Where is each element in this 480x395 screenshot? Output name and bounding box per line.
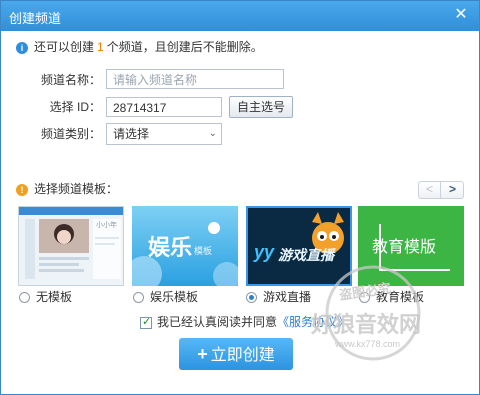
info-prefix: 还可以创建 <box>34 40 95 54</box>
type-row: 频道类别： <box>21 123 101 145</box>
plus-icon: + <box>197 344 208 364</box>
create-channel-dialog: 创建频道 ✕ i 还可以创建 1 个频道，且创建后不能删除。 频道名称： 请输入频道名… <box>0 0 480 395</box>
checkmark-icon: ✓ <box>142 315 152 328</box>
no-template-preview <box>19 207 123 279</box>
watermark-url: www.kx778.com <box>335 339 401 349</box>
game-live-logo: yy <box>254 242 275 262</box>
previous-page-button[interactable]: < <box>419 182 441 198</box>
title-bar[interactable]: 创建频道 ✕ <box>1 1 479 31</box>
id-row: 选择 ID： <box>21 96 101 118</box>
channel-type-value: 请选择 <box>113 127 150 141</box>
channel-id-value: 28714317 <box>113 101 167 115</box>
template-thumb-none[interactable]: 小小年 <box>18 206 124 286</box>
channel-id-label: 选择 ID： <box>49 100 101 114</box>
thumb-caption: 小小年 <box>96 222 117 229</box>
entertainment-thumb-sub: 模板 <box>194 246 213 256</box>
template-option-none-label: 无模板 <box>36 290 73 304</box>
template-option-entertainment-label: 娱乐模板 <box>150 290 199 304</box>
info-message: i 还可以创建 1 个频道，且创建后不能删除。 <box>16 39 263 55</box>
template-option-game-live-label: 游戏直播 <box>263 290 312 304</box>
info-icon: i <box>16 41 28 54</box>
game-live-thumb-text: 游戏直播 <box>278 247 334 263</box>
next-page-button[interactable]: > <box>442 182 463 198</box>
self-select-button[interactable]: 自主选号 <box>229 96 293 118</box>
template-header: ! 选择频道模板： <box>16 181 118 197</box>
education-thumb-text: 教育模版 <box>372 239 437 256</box>
template-pager: < > <box>418 181 464 199</box>
channel-id-field[interactable]: 28714317 <box>106 97 222 117</box>
chevron-down-icon: ⌄ <box>208 128 217 139</box>
radio-none[interactable] <box>19 292 30 304</box>
info-suffix: 个频道，且创建后不能删除。 <box>106 40 263 54</box>
radio-game-live[interactable] <box>246 292 257 304</box>
name-row: 频道名称： <box>21 69 101 91</box>
warning-icon: ! <box>16 183 28 196</box>
template-option-education-label: 教育模板 <box>376 290 425 304</box>
entertainment-thumb-text: 娱乐 <box>148 235 193 260</box>
create-now-button[interactable]: + 立即创建 <box>179 338 293 370</box>
template-option-none[interactable]: 无模板 <box>19 289 72 305</box>
channel-name-input[interactable]: 请输入频道名称 <box>106 69 284 89</box>
agreement-text: 我已经认真阅读并同意 <box>157 315 278 329</box>
template-thumb-game-live[interactable]: yy 游戏直播 <box>246 206 352 286</box>
channel-name-placeholder: 请输入频道名称 <box>113 73 198 87</box>
create-now-label: 立即创建 <box>210 347 275 364</box>
template-thumb-entertainment[interactable]: 娱乐 模板 <box>132 206 238 286</box>
radio-entertainment[interactable] <box>133 292 144 304</box>
template-option-education[interactable]: 教育模板 <box>359 289 424 305</box>
agreement-row: ✓ 我已经认真阅读并同意《服务协议》 <box>140 315 349 329</box>
template-thumb-education[interactable]: 教育模版 <box>358 206 464 286</box>
service-agreement-link[interactable]: 《服务协议》 <box>277 315 349 329</box>
template-option-game-live[interactable]: 游戏直播 <box>246 289 311 305</box>
window-title: 创建频道 <box>9 11 62 26</box>
radio-education[interactable] <box>359 292 370 304</box>
template-option-entertainment[interactable]: 娱乐模板 <box>133 289 198 305</box>
channel-count: 1 <box>97 40 104 54</box>
agreement-checkbox[interactable]: ✓ <box>140 315 152 329</box>
channel-type-label: 频道类别： <box>40 127 101 141</box>
channel-name-label: 频道名称： <box>40 73 101 87</box>
channel-type-select[interactable]: 请选择 ⌄ <box>106 123 222 145</box>
close-icon[interactable]: ✕ <box>451 5 471 25</box>
template-header-label: 选择频道模板： <box>34 182 119 196</box>
